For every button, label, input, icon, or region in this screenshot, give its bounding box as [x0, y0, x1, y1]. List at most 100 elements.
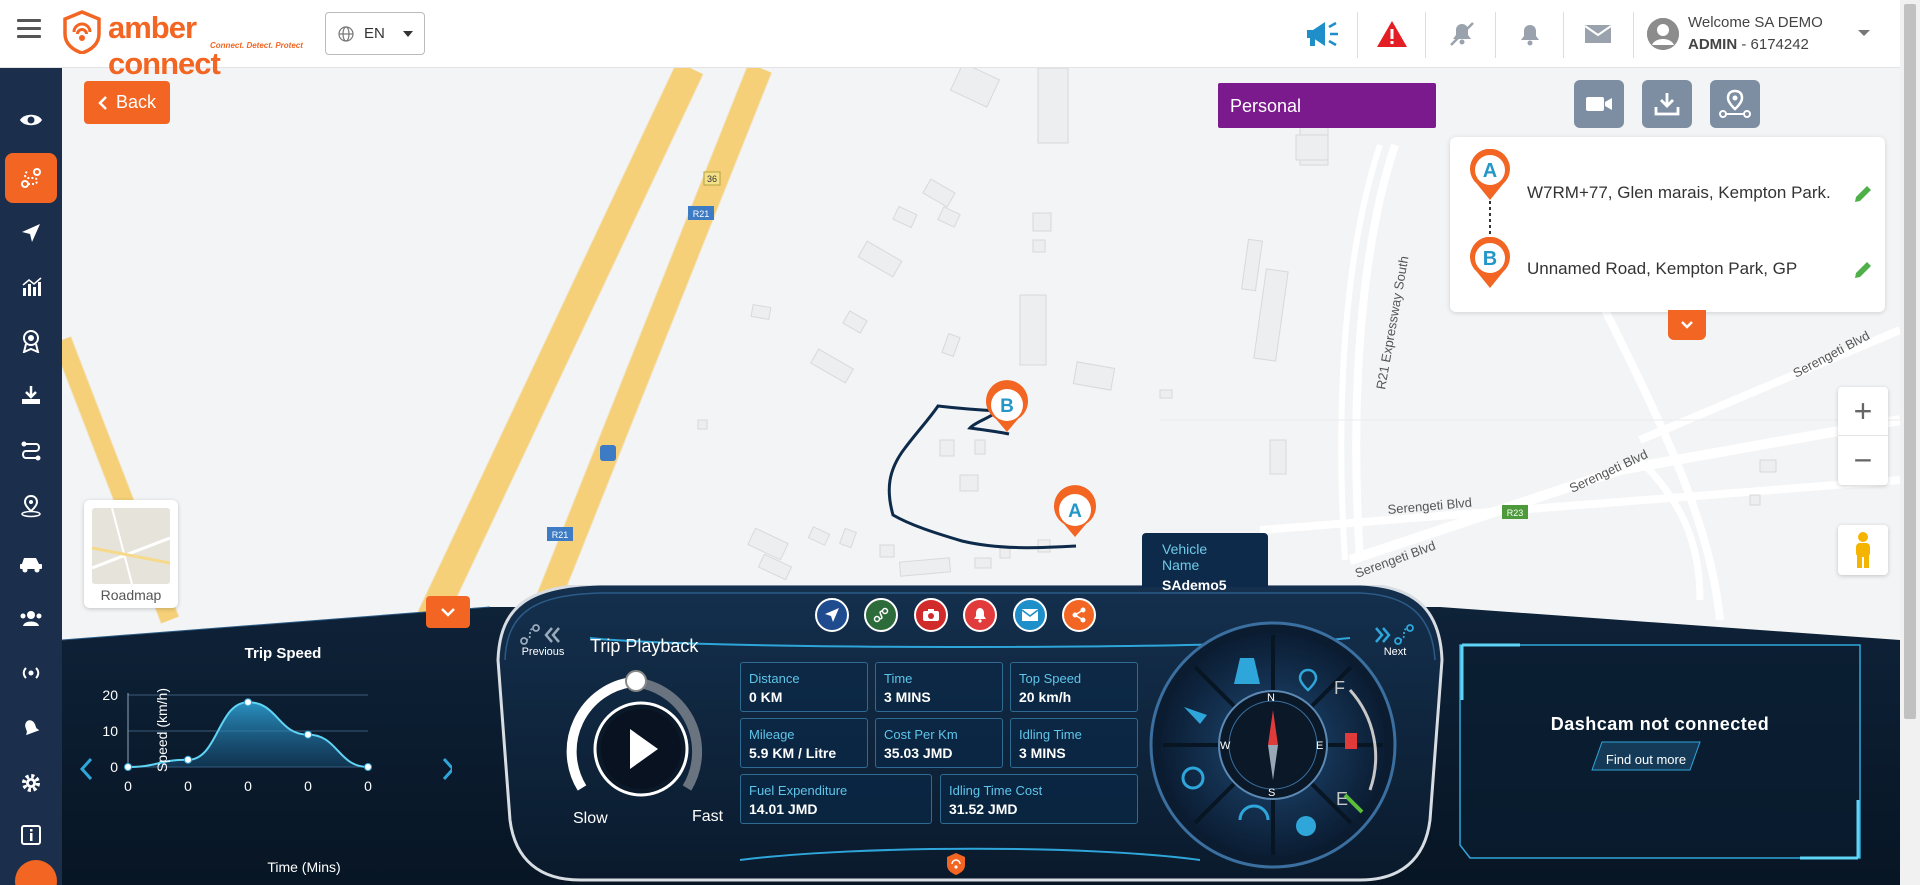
info-icon [21, 825, 41, 845]
sidebar-item-alerts[interactable] [5, 703, 57, 753]
sidebar-item-navigation[interactable] [5, 208, 57, 258]
svg-text:B: B [1483, 248, 1497, 270]
announcement-icon[interactable] [1303, 14, 1343, 54]
language-selector[interactable]: EN [325, 12, 425, 55]
stat-top-speed: Top Speed 20 km/h [1010, 662, 1138, 712]
brand-logo[interactable]: amber connect Connect. Detect. Protect [62, 10, 312, 81]
previous-label[interactable]: Previous [518, 646, 568, 658]
chart-y-tick: 20 [102, 687, 118, 703]
chart-y-tick: 0 [110, 759, 118, 775]
notification-icon[interactable] [1510, 14, 1550, 54]
share-icon [1072, 607, 1086, 623]
sidebar-item-rewards[interactable] [5, 316, 57, 366]
zoom-control: + − [1838, 387, 1888, 485]
start-marker-A[interactable]: A [1054, 485, 1096, 537]
download-button[interactable] [1642, 80, 1692, 128]
stat-value: 31.52 JMD [949, 801, 1018, 817]
trip-address-panel: A W7RM+77, Glen marais, Kempton Park. B … [1450, 137, 1885, 312]
fuel-full-label: F [1334, 678, 1345, 698]
chart-x-tick: 0 [364, 778, 372, 794]
brand-logo-icon [63, 10, 101, 54]
sidebar-item-route-planner[interactable] [5, 426, 57, 476]
route-icon [873, 607, 889, 623]
street-view-pegman-icon[interactable] [1838, 525, 1888, 575]
email-action[interactable] [1013, 598, 1047, 632]
account-number: - 6174242 [1741, 36, 1809, 53]
chart-point[interactable] [124, 763, 132, 771]
video-button[interactable] [1574, 80, 1624, 128]
divider [1563, 12, 1564, 58]
sidebar-item-settings[interactable] [5, 758, 57, 808]
next-label[interactable]: Next [1374, 646, 1416, 658]
gear-icon [22, 774, 40, 792]
route-action[interactable] [864, 598, 898, 632]
user-menu[interactable]: Welcome SA DEMO ADMIN - 6174242 [1645, 12, 1895, 58]
sidebar-item-devices[interactable] [5, 648, 57, 698]
fast-label: Fast [692, 808, 724, 825]
zoom-out-button[interactable]: − [1838, 436, 1888, 485]
map-label-r36: 36 [707, 174, 717, 184]
chart-prev-arrow[interactable] [79, 757, 93, 781]
alert-action[interactable] [963, 598, 997, 632]
edit-icon[interactable] [1852, 183, 1874, 205]
chart-point[interactable] [304, 730, 312, 739]
stat-label: Distance [749, 671, 800, 686]
chart-y-axis-label: Speed (km/h) [154, 688, 170, 772]
stat-label: Idling Time [1019, 727, 1082, 742]
address-panel-toggle[interactable] [1668, 310, 1706, 340]
back-button[interactable]: Back [84, 81, 170, 124]
sidebar-item-info[interactable] [5, 810, 57, 860]
chevron-down-icon [402, 30, 413, 37]
stat-label: Idling Time Cost [949, 783, 1043, 798]
alert-icon[interactable] [1372, 14, 1412, 54]
chart-point[interactable] [184, 755, 192, 764]
menu-icon[interactable] [17, 19, 41, 39]
chevron-down-icon [441, 608, 455, 617]
route-pin-icon [1719, 89, 1751, 118]
camera-icon [923, 609, 939, 621]
svg-text:A: A [1483, 160, 1497, 182]
next-trip-icon[interactable] [1370, 622, 1420, 648]
end-marker-B[interactable]: B [986, 380, 1028, 432]
sidebar-item-trips[interactable] [5, 153, 57, 203]
bell-icon [25, 720, 40, 736]
route-view-button[interactable] [1710, 80, 1760, 128]
divider [1357, 12, 1358, 58]
chart-y-tick: 10 [102, 723, 118, 739]
sidebar-item-live-view[interactable] [5, 95, 57, 145]
camera-action[interactable] [914, 598, 948, 632]
sidebar-item-download[interactable] [5, 370, 57, 420]
dashcam-find-out-more-link[interactable]: Find out more [1592, 752, 1700, 767]
end-pin-icon: B [1470, 237, 1510, 288]
dashboard-collapse-button[interactable] [426, 596, 470, 628]
stat-value: 0 KM [749, 689, 783, 705]
sidebar-item-reports[interactable] [5, 262, 57, 312]
playback-speed-dial[interactable] [557, 666, 727, 816]
app-root: amber connect Connect. Detect. Protect E… [0, 0, 1920, 885]
video-camera-icon [1586, 97, 1612, 111]
chart-point[interactable] [244, 698, 252, 707]
stat-label: Top Speed [1019, 671, 1082, 686]
start-pin-icon: A [1470, 149, 1510, 200]
mail-icon[interactable] [1578, 14, 1618, 54]
navigate-action[interactable] [815, 598, 849, 632]
chevron-down-icon [1681, 321, 1693, 329]
share-action[interactable] [1062, 598, 1096, 632]
scrollbar-thumb[interactable] [1904, 4, 1916, 719]
sidebar-item-geofence[interactable] [5, 481, 57, 531]
stat-label: Mileage [749, 727, 795, 742]
page-scrollbar[interactable] [1900, 0, 1920, 885]
previous-trip-icon[interactable] [518, 622, 568, 648]
edit-icon[interactable] [1852, 259, 1874, 281]
mute-notification-icon[interactable] [1442, 14, 1482, 54]
speed-slider-handle[interactable] [625, 670, 647, 692]
sidebar-item-vehicles[interactable] [5, 538, 57, 588]
route-plan-icon [21, 441, 41, 461]
sidebar-item-users[interactable] [5, 593, 57, 643]
roadmap-thumbnail [92, 508, 170, 584]
chart-next-arrow[interactable] [442, 757, 452, 781]
chart-point[interactable] [364, 763, 372, 771]
zoom-in-button[interactable]: + [1838, 387, 1888, 436]
fuel-empty-label: E [1336, 789, 1349, 809]
stat-idling-cost: Idling Time Cost 31.52 JMD [940, 774, 1138, 824]
